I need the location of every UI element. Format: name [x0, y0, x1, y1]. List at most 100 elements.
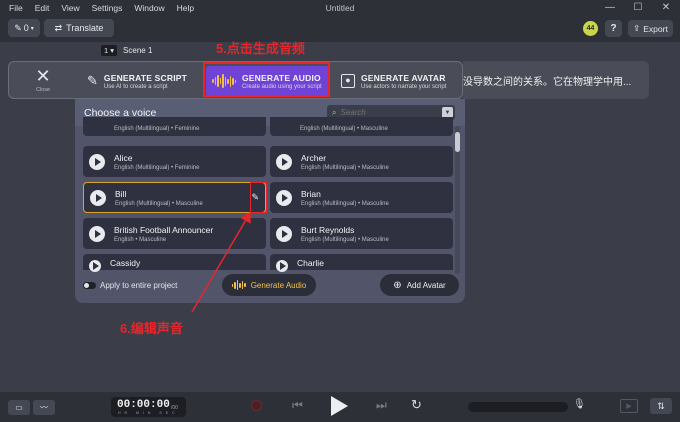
- pen-button[interactable]: ✎ 0 ▾: [8, 19, 40, 37]
- voice-card-charlie[interactable]: Charlie: [270, 254, 453, 272]
- voice-name: Archer: [301, 152, 327, 163]
- annotation-step5: 5.点击生成音频: [216, 41, 305, 56]
- translate-label: Translate: [66, 23, 104, 33]
- tab-generate-avatar[interactable]: ● GENERATE AVATAR Use actors to narrate …: [335, 66, 465, 96]
- voice-name: Brian: [301, 188, 321, 199]
- timecode: 00:00:00: [117, 399, 170, 411]
- minimize-icon[interactable]: —: [596, 0, 624, 15]
- generate-audio-label: Generate Audio: [250, 280, 307, 290]
- video-icon: ▭: [15, 403, 23, 412]
- play-icon[interactable]: [89, 225, 105, 242]
- play-icon[interactable]: [276, 225, 292, 242]
- play-icon[interactable]: [276, 260, 288, 272]
- play-icon[interactable]: [89, 153, 105, 170]
- audio-track-button[interactable]: 〰: [33, 400, 55, 415]
- skip-forward-icon[interactable]: ⏭: [376, 398, 387, 413]
- adjust-icon[interactable]: ⇅: [650, 398, 672, 414]
- video-track-button[interactable]: ▭: [8, 400, 30, 415]
- help-button[interactable]: ?: [605, 20, 622, 37]
- export-button[interactable]: ⇪ Export: [628, 20, 673, 37]
- close-label: Close: [35, 86, 51, 93]
- voice-desc: English • Masculine: [114, 236, 167, 243]
- voice-card-british-football-announcer[interactable]: British Football Announcer English • Masc…: [83, 218, 266, 249]
- apply-toggle[interactable]: [83, 282, 96, 289]
- voice-name: Cassidy: [110, 258, 141, 268]
- avatar-subtitle: Use actors to narrate your script: [361, 83, 447, 90]
- voice-card-archer[interactable]: Archer English (Multilingual) • Masculine: [270, 146, 453, 177]
- voice-name: Bill: [115, 188, 127, 199]
- menu-window[interactable]: Window: [128, 3, 170, 13]
- annotation-step6: 6.编辑声音: [120, 321, 183, 336]
- voice-card-burt-reynolds[interactable]: Burt Reynolds English (Multilingual) • Ma…: [270, 218, 453, 249]
- voice-card[interactable]: English (Multilingual) • Feminine: [83, 117, 266, 136]
- voice-name: Burt Reynolds: [301, 224, 355, 235]
- annotation-highlight-edit: [250, 182, 267, 213]
- menu-help[interactable]: Help: [171, 3, 200, 13]
- voice-name: Charlie: [297, 258, 324, 268]
- voice-card-bill[interactable]: Bill English (Multilingual) • Masculine ✎: [83, 182, 266, 213]
- menu-settings[interactable]: Settings: [86, 3, 129, 13]
- annotation-highlight-audio: [203, 62, 330, 97]
- pen-icon: ✎: [14, 22, 22, 33]
- toolbar: ✎ 0 ▾ ⇄ Translate 44 ? ⇪ Export: [0, 15, 680, 42]
- script-subtitle: Use AI to create a script: [103, 83, 168, 90]
- script-pen-icon: ✎: [87, 73, 98, 88]
- close-window-icon[interactable]: ✕: [652, 0, 680, 15]
- menu-file[interactable]: File: [0, 3, 29, 13]
- script-title: GENERATE SCRIPT: [103, 72, 188, 83]
- menu-edit[interactable]: Edit: [29, 3, 56, 13]
- scene-number: 1 ▾: [101, 45, 118, 56]
- menu-bar: File Edit View Settings Window Help: [0, 0, 680, 15]
- voice-scrollbar[interactable]: [455, 132, 460, 152]
- search-icon: ⌕: [332, 107, 337, 117]
- close-button[interactable]: ✕ Close: [17, 62, 69, 98]
- timecode-units: HR MIN SEC: [118, 411, 179, 415]
- voice-desc: English (Multilingual) • Masculine: [301, 236, 389, 243]
- scene-selector[interactable]: 1 ▾ Scene 1: [101, 45, 152, 56]
- microphone-icon[interactable]: 🎙: [573, 399, 586, 410]
- voice-card-cassidy[interactable]: Cassidy: [83, 254, 266, 272]
- voice-desc: English (Multilingual) • Masculine: [115, 200, 203, 207]
- play-button[interactable]: [331, 396, 348, 416]
- maximize-icon[interactable]: ☐: [624, 0, 652, 15]
- voice-name: Alice: [114, 152, 133, 163]
- menu-view[interactable]: View: [55, 3, 85, 13]
- chevron-down-icon: ▾: [30, 25, 34, 32]
- play-icon[interactable]: [276, 153, 292, 170]
- voice-desc: English (Multilingual) • Feminine: [114, 126, 200, 132]
- search-input[interactable]: [340, 108, 431, 117]
- pip-icon[interactable]: ▶: [620, 399, 638, 413]
- skip-back-icon[interactable]: ⏮: [292, 398, 303, 413]
- waveform-icon: [231, 280, 246, 290]
- voice-desc: English (Multilingual) • Feminine: [114, 164, 200, 171]
- translate-icon: ⇄: [54, 22, 63, 33]
- export-label: Export: [643, 23, 668, 34]
- record-button[interactable]: [251, 400, 262, 411]
- window-controls: — ☐ ✕: [596, 0, 680, 15]
- voice-desc: English (Multilingual) • Masculine: [301, 200, 389, 207]
- scene-label: Scene 1: [123, 46, 153, 55]
- avatar-person-icon: ●: [341, 74, 355, 88]
- volume-bar[interactable]: [468, 402, 568, 412]
- voice-desc: English (Multilingual) • Masculine: [300, 126, 388, 132]
- generate-audio-button[interactable]: Generate Audio: [222, 274, 316, 296]
- add-avatar-label: Add Avatar: [406, 280, 446, 290]
- add-avatar-button[interactable]: ⊕ Add Avatar: [380, 274, 459, 296]
- voice-name: British Football Announcer: [114, 224, 214, 235]
- voice-card[interactable]: English (Multilingual) • Masculine: [270, 117, 453, 136]
- avatar-title: GENERATE AVATAR: [361, 72, 446, 83]
- voice-card-alice[interactable]: Alice English (Multilingual) • Feminine: [83, 146, 266, 177]
- voice-card-brian[interactable]: Brian English (Multilingual) • Masculine: [270, 182, 453, 213]
- play-icon[interactable]: [89, 260, 101, 272]
- pen-count: 0: [23, 23, 29, 33]
- timecode-display: 00:00:00 /00 HR MIN SEC: [111, 397, 186, 417]
- user-avatar[interactable]: 44: [583, 21, 598, 36]
- translate-button[interactable]: ⇄ Translate: [44, 19, 114, 37]
- play-icon[interactable]: [276, 189, 292, 206]
- loop-icon[interactable]: ↻: [411, 397, 422, 413]
- play-icon[interactable]: [90, 189, 106, 206]
- script-preview: 没导数之间的关系。它在物理学中用...: [463, 61, 649, 99]
- tab-generate-script[interactable]: ✎ GENERATE SCRIPT Use AI to create a scr…: [81, 66, 205, 96]
- export-icon: ⇪: [633, 23, 641, 33]
- apply-label: Apply to entire project: [100, 281, 178, 290]
